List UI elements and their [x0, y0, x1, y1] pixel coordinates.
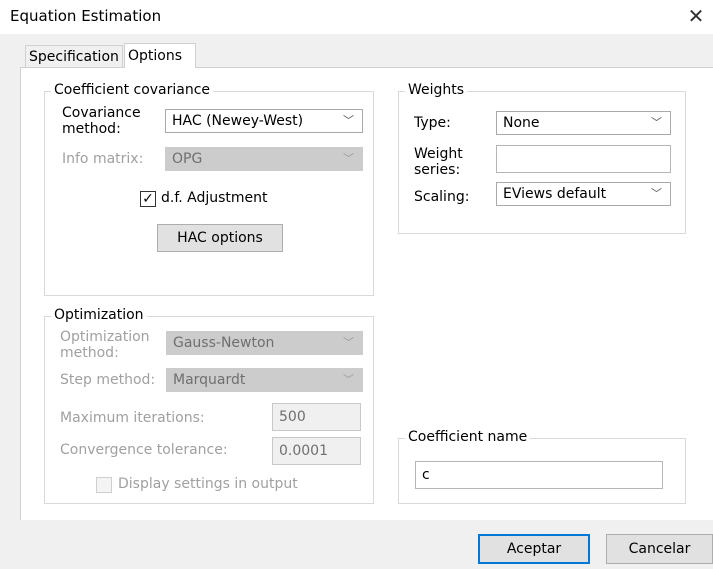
step-method-value: Marquardt	[173, 372, 246, 388]
coef-name-legend: Coefficient name	[405, 429, 531, 445]
df-adjustment-label: d.f. Adjustment	[161, 190, 268, 206]
max-iterations-input[interactable]: 500	[272, 403, 361, 431]
chevron-down-icon: ﹀	[343, 152, 354, 165]
opt-method-value: Gauss-Newton	[173, 335, 275, 351]
step-method-label: Step method:	[60, 372, 156, 388]
display-settings-checkbox[interactable]	[96, 477, 112, 493]
weights-type-label: Type:	[414, 115, 451, 131]
close-icon[interactable]: ✕	[684, 4, 708, 28]
window-title: Equation Estimation	[10, 7, 162, 25]
coef-covariance-legend: Coefficient covariance	[51, 82, 214, 98]
convergence-tolerance-label: Convergence tolerance:	[60, 442, 228, 458]
tab-specification[interactable]: Specification	[25, 45, 123, 68]
optimization-legend: Optimization	[51, 307, 147, 323]
chevron-down-icon: ﹀	[343, 373, 354, 386]
scaling-label: Scaling:	[414, 189, 470, 205]
tab-options[interactable]: Options	[124, 43, 196, 68]
chevron-down-icon: ﹀	[343, 114, 354, 127]
weight-series-input[interactable]	[496, 145, 671, 173]
info-matrix-label: Info matrix:	[62, 151, 144, 167]
weights-type-select[interactable]: None ﹀	[496, 111, 671, 135]
weight-series-label: Weight series:	[414, 146, 463, 178]
info-matrix-value: OPG	[172, 151, 203, 167]
weights-legend: Weights	[405, 82, 468, 98]
cancel-button[interactable]: Cancelar	[606, 534, 713, 564]
display-settings-label: Display settings in output	[118, 476, 298, 492]
ok-button[interactable]: Aceptar	[478, 534, 590, 564]
coef-name-input[interactable]: c	[415, 461, 663, 489]
cov-method-label: Covariance method:	[62, 105, 141, 137]
weights-type-value: None	[503, 115, 540, 131]
opt-method-label: Optimization method:	[60, 329, 150, 361]
chevron-down-icon: ﹀	[651, 116, 662, 129]
convergence-tolerance-input[interactable]: 0.0001	[272, 437, 361, 465]
scaling-select[interactable]: EViews default ﹀	[496, 182, 671, 206]
opt-method-select[interactable]: Gauss-Newton ﹀	[166, 331, 363, 355]
chevron-down-icon: ﹀	[343, 336, 354, 349]
hac-options-button[interactable]: HAC options	[157, 224, 283, 252]
cov-method-value: HAC (Newey-West)	[172, 113, 304, 129]
info-matrix-select[interactable]: OPG ﹀	[165, 147, 363, 171]
df-adjustment-checkbox[interactable]: ✓	[140, 191, 156, 207]
chevron-down-icon: ﹀	[651, 187, 662, 200]
scaling-value: EViews default	[503, 186, 607, 202]
cov-method-select[interactable]: HAC (Newey-West) ﹀	[165, 109, 363, 133]
max-iterations-label: Maximum iterations:	[60, 410, 205, 426]
step-method-select[interactable]: Marquardt ﹀	[166, 368, 363, 392]
